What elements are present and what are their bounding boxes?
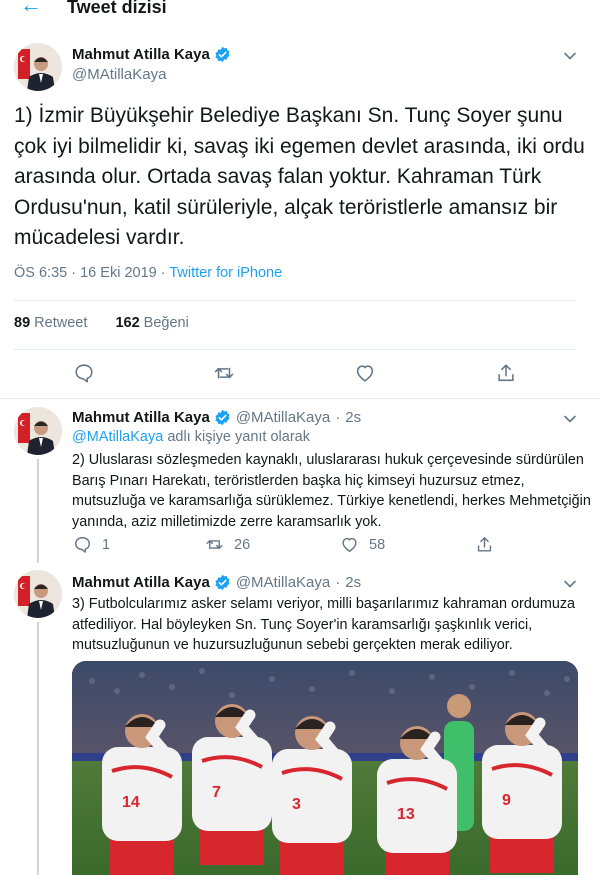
retweet-button[interactable]: 26	[205, 535, 250, 554]
replying-to: @MAtillaKaya adlı kişiye yanıt olarak	[72, 429, 310, 445]
thread-connector	[37, 459, 39, 563]
tweet-source-link[interactable]: Twitter for iPhone	[169, 265, 282, 281]
like-count: 162	[115, 315, 140, 331]
share-icon	[477, 537, 492, 552]
goalkeeper-head	[447, 694, 471, 718]
author-name-row[interactable]: Mahmut Atilla Kaya @MAtillaKaya · 2s	[72, 409, 361, 426]
author-name-row[interactable]: Mahmut Atilla Kaya @MAtillaKaya · 2s	[72, 574, 361, 591]
retweet-label: Retweet	[34, 315, 88, 331]
thread-connector	[37, 622, 39, 875]
arrow-left-icon[interactable]: ←	[20, 0, 42, 16]
tweet-time[interactable]: 2s	[345, 409, 361, 426]
reply-icon	[75, 537, 90, 553]
page-title: Tweet dizisi	[67, 0, 167, 17]
tweet-text: 1) İzmir Büyükşehir Belediye Başkanı Sn.…	[14, 104, 585, 249]
retweet-icon	[206, 539, 223, 550]
share-button[interactable]	[475, 535, 504, 554]
chevron-down-icon[interactable]	[562, 48, 578, 64]
reply-mention-link[interactable]: @MAtillaKaya	[72, 429, 163, 445]
chevron-down-icon[interactable]	[562, 411, 578, 427]
retweet-icon[interactable]	[213, 362, 235, 384]
verified-badge-icon	[215, 409, 230, 426]
avatar-image	[14, 407, 62, 455]
jersey-number: 14	[122, 794, 140, 811]
avatar-image	[14, 43, 62, 91]
author-display-name[interactable]: Mahmut Atilla Kaya	[72, 574, 210, 591]
meta-separator: ·	[335, 409, 341, 426]
like-button[interactable]: 58	[340, 535, 385, 554]
like-icon	[342, 537, 357, 552]
meta-separator: ·	[71, 265, 77, 281]
avatar-image	[14, 570, 62, 618]
football-team-salute-photo: 14 7 3 13 9	[72, 661, 578, 875]
tweet-stats: 89 Retweet 162 Beğeni	[14, 315, 189, 331]
reply-count: 1	[102, 536, 111, 553]
jersey-number: 9	[502, 792, 511, 809]
author-handle[interactable]: @MAtillaKaya	[72, 66, 166, 83]
retweet-count: 89	[14, 315, 31, 331]
reply-button[interactable]: 1	[73, 535, 110, 554]
avatar[interactable]	[14, 570, 62, 618]
like-stat[interactable]: 162 Beğeni	[115, 315, 188, 331]
author-display-name[interactable]: Mahmut Atilla Kaya	[72, 46, 210, 63]
divider	[14, 300, 576, 301]
tweet-time[interactable]: 2s	[345, 574, 361, 591]
author-handle[interactable]: @MAtillaKaya	[236, 409, 330, 426]
retweet-count: 26	[234, 536, 251, 553]
divider	[14, 349, 576, 350]
jersey-number: 3	[292, 796, 301, 813]
divider	[0, 398, 600, 399]
retweet-stat[interactable]: 89 Retweet	[14, 315, 91, 331]
like-count: 58	[369, 536, 386, 553]
author-name-row[interactable]: Mahmut Atilla Kaya	[72, 46, 231, 63]
reply-icon[interactable]	[73, 362, 95, 384]
reply-to-label: adlı kişiye yanıt olarak	[167, 429, 310, 445]
meta-separator: ·	[160, 265, 166, 281]
page-header: ← Tweet dizisi	[0, 0, 600, 22]
share-icon[interactable]	[495, 362, 517, 384]
author-handle[interactable]: @MAtillaKaya	[236, 574, 330, 591]
tweet-timestamp: ÖS 6:35 · 16 Eki 2019 · Twitter for iPho…	[14, 265, 282, 281]
tweet-media-photo[interactable]: 14 7 3 13 9	[72, 661, 578, 875]
like-label: Beğeni	[143, 315, 189, 331]
avatar[interactable]	[14, 43, 62, 91]
like-icon[interactable]	[354, 362, 376, 384]
verified-badge-icon	[215, 46, 230, 63]
jersey-number: 13	[397, 806, 415, 823]
tweet-time[interactable]: ÖS 6:35	[14, 265, 67, 281]
meta-separator: ·	[335, 574, 341, 591]
tweet-text: 3) Futbolcularımız asker selamı veriyor,…	[72, 596, 576, 653]
tweet-date[interactable]: 16 Eki 2019	[80, 265, 157, 281]
verified-badge-icon	[215, 574, 230, 591]
author-display-name[interactable]: Mahmut Atilla Kaya	[72, 409, 210, 426]
avatar[interactable]	[14, 407, 62, 455]
chevron-down-icon[interactable]	[562, 576, 578, 592]
jersey-number: 7	[212, 784, 221, 801]
tweet-text: 2) Uluslarası sözleşmeden kaynaklı, ulus…	[72, 452, 591, 530]
